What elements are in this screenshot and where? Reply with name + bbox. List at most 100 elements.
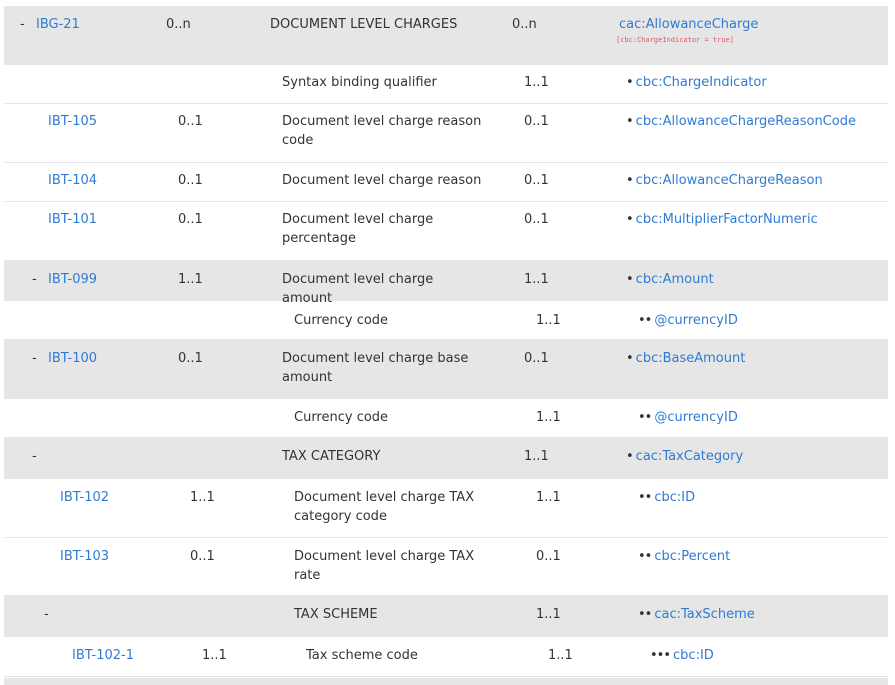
depth-bullets: •• <box>638 607 652 622</box>
business-term-name: Document level charge TAX rate <box>294 549 475 583</box>
cardinality: 0..1 <box>178 173 203 188</box>
collapse-toggle[interactable]: - <box>44 605 54 624</box>
table-row: Currency code 1..1 •• @currencyID <box>4 399 888 438</box>
cardinality: 1..1 <box>178 272 203 287</box>
cardinality: 0..1 <box>178 351 203 366</box>
xpath-link[interactable]: cbc:AllowanceChargeReason <box>636 173 823 188</box>
depth-bullets: • <box>626 212 634 227</box>
syntax-cardinality: 0..1 <box>536 549 561 564</box>
business-term-id-link[interactable]: IBT-105 <box>48 112 168 131</box>
depth-bullets: • <box>626 351 634 366</box>
collapse-toggle[interactable]: - <box>32 447 42 466</box>
business-term-id-link[interactable]: IBT-101 <box>48 210 168 229</box>
table-row: IBT-102-1 1..1 Tax scheme code 1..1 ••• cbc:I… <box>4 637 888 677</box>
business-term-name: TAX SCHEME <box>294 607 378 622</box>
syntax-mapping-table: - IBG-21 0..n DOCUMENT LEVEL CHARGES 0..n cac… <box>4 6 888 677</box>
business-term-name: Document level charge reason code <box>282 114 482 148</box>
xpath-link[interactable]: cbc:BaseAmount <box>636 351 746 366</box>
business-term-name: Tax scheme code <box>306 648 418 663</box>
syntax-cardinality: 1..1 <box>524 75 549 90</box>
collapse-toggle[interactable]: - <box>20 15 30 34</box>
depth-bullets: •• <box>638 410 652 425</box>
cardinality: 0..n <box>166 17 191 32</box>
xpath-cell: • cbc:Amount <box>626 270 886 289</box>
business-term-name: Currency code <box>294 410 389 425</box>
table-row: IBT-102 1..1 Document level charge TAX cat… <box>4 479 888 538</box>
collapse-toggle[interactable]: - <box>32 349 42 368</box>
xpath-cell: • cbc:AllowanceChargeReasonCode <box>626 112 886 131</box>
xpath-cell: •• cac:TaxScheme <box>638 605 895 624</box>
depth-bullets: • <box>626 272 634 287</box>
depth-bullets: ••• <box>650 648 671 663</box>
xpath-cell: cac:AllowanceCharge [cbc:ChargeIndicator … <box>616 15 876 45</box>
syntax-cardinality: 1..1 <box>524 272 549 287</box>
cardinality: 0..1 <box>190 549 215 564</box>
business-term-name: Document level charge TAX category code <box>294 490 475 524</box>
business-term-id-link[interactable]: IBT-102-1 <box>72 646 192 665</box>
cardinality: 0..1 <box>178 114 203 129</box>
syntax-cardinality: 1..1 <box>536 490 561 505</box>
xpath-link[interactable]: cbc:ID <box>654 490 695 505</box>
xpath-cell: • cbc:MultiplierFactorNumeric <box>626 210 886 229</box>
depth-bullets: • <box>626 173 634 188</box>
syntax-cardinality: 1..1 <box>536 313 561 328</box>
xpath-link[interactable]: cbc:ID <box>673 648 714 663</box>
business-term-id-link[interactable]: IBT-099 <box>48 270 168 289</box>
xpath-cell: •• cbc:Percent <box>638 547 895 566</box>
xpath-link[interactable]: @currencyID <box>654 410 737 425</box>
business-term-id-link[interactable]: IBT-102 <box>60 488 180 507</box>
syntax-cardinality: 0..1 <box>524 114 549 129</box>
depth-bullets: •• <box>638 490 652 505</box>
xpath-link[interactable]: cbc:MultiplierFactorNumeric <box>636 212 818 227</box>
table-row: - TAX CATEGORY 1..1 • cac:TaxCategory <box>4 438 888 479</box>
cardinality: 1..1 <box>190 490 215 505</box>
next-row-edge <box>4 678 888 685</box>
charge-indicator-constraint: [cbc:ChargeIndicator = true] <box>616 36 735 44</box>
business-term-name: Document level charge base amount <box>282 351 469 385</box>
syntax-cardinality: 0..n <box>512 17 537 32</box>
business-term-id-link[interactable]: IBG-21 <box>36 15 156 34</box>
table-row: Syntax binding qualifier 1..1 • cbc:ChargeI… <box>4 65 888 104</box>
business-term-id-link[interactable]: IBT-100 <box>48 349 168 368</box>
xpath-cell: • cac:TaxCategory <box>626 447 886 466</box>
business-term-name: Document level charge percentage <box>282 212 434 246</box>
depth-bullets: •• <box>638 313 652 328</box>
xpath-cell: •• @currencyID <box>638 408 895 427</box>
syntax-cardinality: 1..1 <box>548 648 573 663</box>
depth-bullets: • <box>626 449 634 464</box>
syntax-cardinality: 1..1 <box>536 607 561 622</box>
xpath-cell: • cbc:BaseAmount <box>626 349 886 368</box>
table-row: IBT-104 0..1 Document level charge reason 0… <box>4 163 888 202</box>
xpath-cell: • cbc:AllowanceChargeReason <box>626 171 886 190</box>
xpath-cell: •• @currencyID <box>638 311 895 330</box>
xpath-link[interactable]: cbc:Percent <box>654 549 730 564</box>
xpath-cell: • cbc:ChargeIndicator <box>626 73 886 92</box>
business-term-name: Syntax binding qualifier <box>282 75 437 90</box>
syntax-cardinality: 0..1 <box>524 173 549 188</box>
table-row: IBT-103 0..1 Document level charge TAX rat… <box>4 538 888 596</box>
syntax-cardinality: 0..1 <box>524 212 549 227</box>
table-row: IBT-105 0..1 Document level charge reason … <box>4 104 888 163</box>
depth-bullets: • <box>626 114 634 129</box>
xpath-link[interactable]: cbc:ChargeIndicator <box>636 75 767 90</box>
xpath-link[interactable]: @currencyID <box>654 313 737 328</box>
business-term-name: Currency code <box>294 313 389 328</box>
xpath-link[interactable]: cbc:Amount <box>636 272 714 287</box>
xpath-link[interactable]: cac:TaxScheme <box>654 607 754 622</box>
table-row: - IBT-100 0..1 Document level charge base a… <box>4 340 888 399</box>
business-term-id-link[interactable]: IBT-104 <box>48 171 168 190</box>
xpath-cell: •• cbc:ID <box>638 488 895 507</box>
table-row: - IBT-099 1..1 Document level charge amount… <box>4 261 888 306</box>
syntax-cardinality: 0..1 <box>524 351 549 366</box>
syntax-cardinality: 1..1 <box>524 449 549 464</box>
depth-bullets: • <box>626 75 634 90</box>
xpath-link[interactable]: cac:TaxCategory <box>636 449 743 464</box>
business-term-id-link[interactable]: IBT-103 <box>60 547 180 566</box>
xpath-link[interactable]: cac:AllowanceCharge <box>619 17 758 32</box>
business-term-name: DOCUMENT LEVEL CHARGES <box>270 17 458 32</box>
xpath-link[interactable]: cbc:AllowanceChargeReasonCode <box>636 114 856 129</box>
collapse-toggle[interactable]: - <box>32 270 42 289</box>
business-term-name: TAX CATEGORY <box>282 449 381 464</box>
business-term-name: Document level charge reason <box>282 173 482 188</box>
table-row: - TAX SCHEME 1..1 •• cac:TaxScheme <box>4 596 888 637</box>
